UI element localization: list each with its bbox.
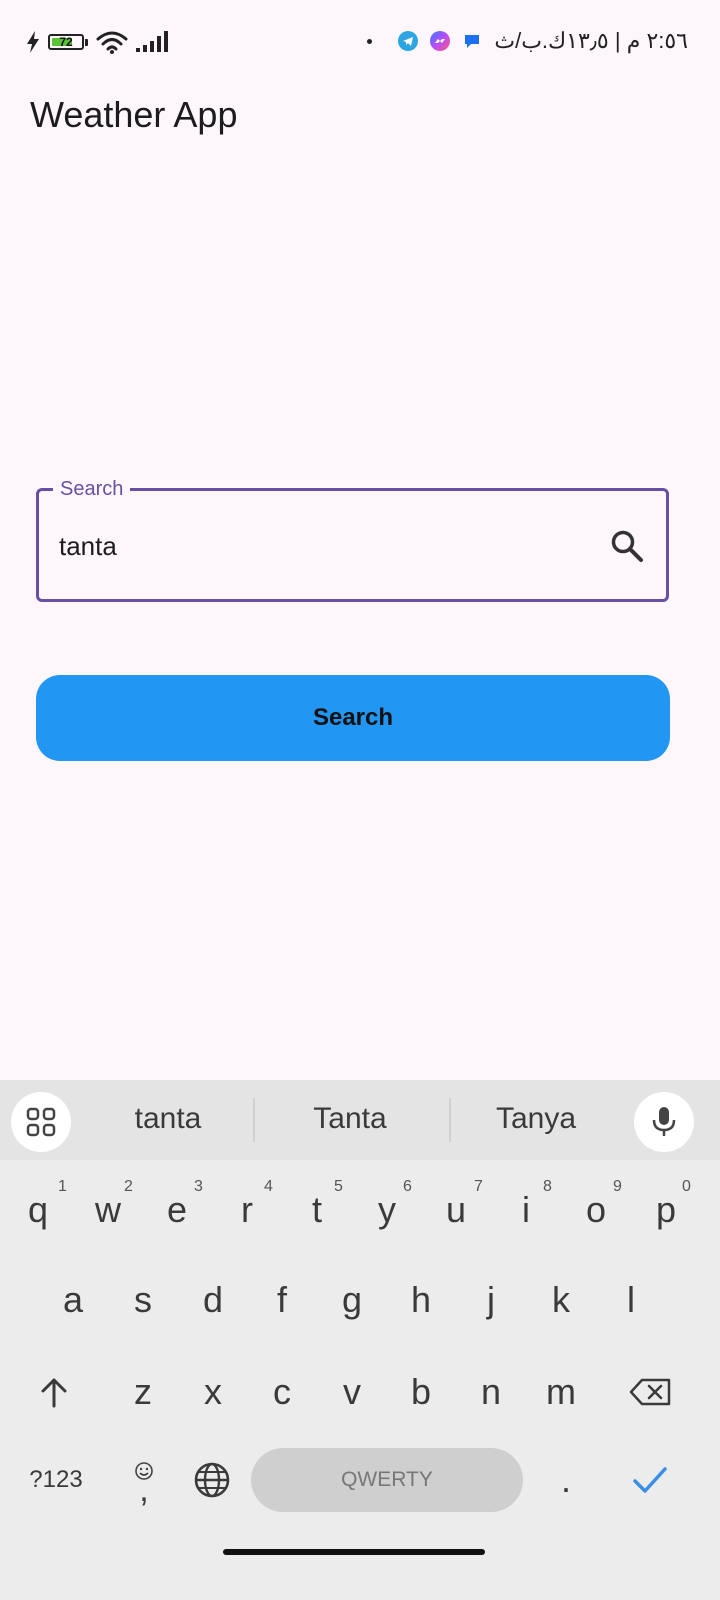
period-key[interactable]: . — [540, 1440, 592, 1520]
suggestion-2[interactable]: Tanta — [265, 1102, 435, 1136]
suggestion-bar: tanta Tanta Tanya — [0, 1080, 720, 1160]
key-v[interactable]: v — [322, 1352, 382, 1432]
search-field[interactable]: Search tanta — [36, 477, 669, 602]
backspace-key[interactable] — [620, 1352, 682, 1432]
key-h[interactable]: h — [391, 1260, 451, 1340]
space-bar[interactable]: QWERTY — [251, 1448, 523, 1512]
key-hint-1: 1 — [58, 1178, 67, 1195]
emoji-comma-key[interactable]: , — [114, 1440, 174, 1520]
search-button[interactable]: Search — [36, 675, 670, 761]
key-b[interactable]: b — [391, 1352, 451, 1432]
key-hint-0: 0 — [682, 1178, 691, 1195]
wifi-icon — [96, 31, 128, 54]
key-hint-3: 3 — [194, 1178, 203, 1195]
search-input[interactable]: tanta — [59, 531, 117, 562]
search-icon[interactable] — [610, 529, 644, 563]
key-n[interactable]: n — [461, 1352, 521, 1432]
keyboard: tanta Tanta Tanya q w e r t y u i o p 1 … — [0, 1080, 720, 1600]
page-title: Weather App — [30, 94, 238, 135]
enter-key[interactable] — [620, 1440, 680, 1520]
suggestion-1[interactable]: tanta — [83, 1102, 253, 1136]
suggestion-divider — [253, 1098, 255, 1142]
home-indicator[interactable] — [223, 1549, 485, 1555]
key-hint-4: 4 — [264, 1178, 273, 1195]
keyboard-menu-button[interactable] — [11, 1092, 71, 1152]
shift-arrow-icon — [41, 1378, 67, 1408]
signal-icon — [136, 31, 168, 52]
apps-grid-icon — [26, 1107, 56, 1137]
symbols-key[interactable]: ?123 — [14, 1440, 98, 1520]
key-x[interactable]: x — [183, 1352, 243, 1432]
key-m[interactable]: m — [531, 1352, 591, 1432]
status-clock: ٢:٥٦ م | ١٣٫٥ك.ب/ث — [494, 28, 688, 53]
status-right: ٢:٥٦ م | ١٣٫٥ك.ب/ث — [367, 28, 688, 54]
key-hint-7: 7 — [474, 1178, 483, 1195]
messenger-icon — [430, 31, 451, 51]
key-f[interactable]: f — [252, 1260, 312, 1340]
key-s[interactable]: s — [113, 1260, 173, 1340]
checkmark-icon — [633, 1467, 667, 1493]
language-key[interactable] — [186, 1440, 238, 1520]
shift-key[interactable] — [23, 1352, 85, 1432]
key-d[interactable]: d — [183, 1260, 243, 1340]
charging-bolt-icon — [27, 31, 39, 53]
battery-level: 72 — [59, 35, 73, 49]
status-bar: 72 ٢:٥٦ م | ١٣٫٥ك.ب/ث — [0, 0, 720, 80]
status-left: 72 — [26, 30, 170, 54]
battery-icon: 72 — [48, 34, 88, 50]
telegram-icon — [398, 31, 419, 51]
voice-input-button[interactable] — [634, 1092, 694, 1152]
key-z[interactable]: z — [113, 1352, 173, 1432]
dot-icon — [367, 38, 373, 44]
search-field-label: Search — [53, 477, 131, 501]
key-k[interactable]: k — [531, 1260, 591, 1340]
backspace-icon — [629, 1378, 671, 1406]
key-hint-8: 8 — [543, 1178, 552, 1195]
key-hint-9: 9 — [613, 1178, 622, 1195]
chat-bubble-icon — [462, 31, 482, 51]
key-hint-5: 5 — [334, 1178, 343, 1195]
key-j[interactable]: j — [461, 1260, 521, 1340]
key-hint-6: 6 — [403, 1178, 412, 1195]
suggestion-3[interactable]: Tanya — [451, 1102, 621, 1136]
comma-key-label: , — [139, 1471, 149, 1509]
key-g[interactable]: g — [322, 1260, 382, 1340]
globe-icon — [194, 1462, 230, 1498]
key-hint-2: 2 — [124, 1178, 133, 1195]
key-l[interactable]: l — [601, 1260, 661, 1340]
key-a[interactable]: a — [43, 1260, 103, 1340]
key-c[interactable]: c — [252, 1352, 312, 1432]
microphone-icon — [652, 1107, 676, 1136]
